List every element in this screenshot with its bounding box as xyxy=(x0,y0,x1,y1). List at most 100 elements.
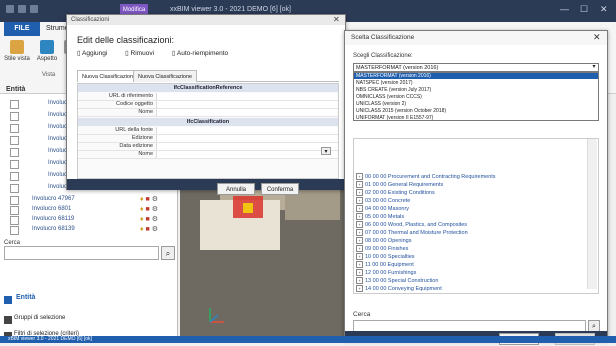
settings-icon[interactable]: ⚙ xyxy=(152,196,158,203)
tree-node[interactable]: +14 00 00 Conveying Equipment xyxy=(356,285,442,292)
dropdown-option[interactable]: NBS CREATE (version July 2017) xyxy=(354,87,598,93)
expand-icon[interactable]: + xyxy=(356,205,363,212)
redo-icon[interactable] xyxy=(30,5,38,13)
tree-node[interactable]: +05 00 00 Metals xyxy=(356,213,404,220)
chevron-down-icon[interactable]: ▾ xyxy=(589,63,599,72)
property-value[interactable] xyxy=(156,109,337,116)
tree-node[interactable]: +06 00 00 Wood, Plastics, and Composites xyxy=(356,221,467,228)
row-checkbox[interactable] xyxy=(10,160,19,169)
undo-icon[interactable] xyxy=(18,5,26,13)
expand-icon[interactable]: + xyxy=(356,173,363,180)
row-checkbox[interactable] xyxy=(10,100,19,109)
tree-row[interactable]: Involucro 68139 ♦ ■ ⚙ xyxy=(10,224,178,236)
tree-node[interactable]: +07 00 00 Thermal and Moisture Protectio… xyxy=(356,229,468,236)
tree-node[interactable]: +01 00 00 General Requirements xyxy=(356,181,443,188)
dropdown-option[interactable]: NATSPEC (version 2017) xyxy=(354,80,598,86)
dropdown-option[interactable]: UNIFORMAT (version II E1557-97) xyxy=(354,115,598,121)
row-checkbox[interactable] xyxy=(10,148,19,157)
expand-icon[interactable]: + xyxy=(356,237,363,244)
nav-gruppi-selezione[interactable]: Gruppi di selezione xyxy=(14,315,65,321)
expand-icon[interactable]: + xyxy=(356,261,363,268)
left-search-input[interactable] xyxy=(4,246,159,260)
close-window-button[interactable]: ✕ xyxy=(600,4,608,15)
tree-node[interactable]: +04 00 00 Masonry xyxy=(356,205,409,212)
tree-node[interactable]: +13 00 00 Special Construction xyxy=(356,277,438,284)
tab-nuova-classificazione-2[interactable]: Nuova Classificazione xyxy=(133,70,198,82)
settings-icon[interactable]: ⚙ xyxy=(152,226,158,233)
settings-icon[interactable]: ⚙ xyxy=(152,206,158,213)
expand-icon[interactable]: + xyxy=(356,269,363,276)
chevron-down-icon[interactable]: ▾ xyxy=(321,147,331,155)
expand-icon[interactable]: + xyxy=(356,277,363,284)
property-value[interactable] xyxy=(156,101,337,108)
tree-node[interactable]: +02 00 00 Existing Conditions xyxy=(356,189,435,196)
expand-icon[interactable]: + xyxy=(356,229,363,236)
tree-node[interactable]: +00 00 00 Procurement and Contracting Re… xyxy=(356,173,496,180)
light-bulb-icon[interactable]: ♦ xyxy=(140,196,144,203)
tree-node[interactable]: +08 00 00 Openings xyxy=(356,237,411,244)
tree-node[interactable]: +10 00 00 Specialties xyxy=(356,253,415,260)
expand-icon[interactable]: + xyxy=(356,197,363,204)
search-icon[interactable]: ⌕ xyxy=(161,246,175,260)
row-checkbox[interactable] xyxy=(10,184,19,193)
cancel-button[interactable]: Annulla xyxy=(217,183,255,195)
close-icon[interactable]: ✕ xyxy=(333,15,340,24)
stile-vista-button[interactable]: Stile vista xyxy=(4,40,30,62)
box-icon[interactable]: ■ xyxy=(146,206,150,213)
tree-node[interactable]: +11 00 00 Equipment xyxy=(356,261,414,268)
light-bulb-icon[interactable]: ♦ xyxy=(140,226,144,233)
minimize-button[interactable]: — xyxy=(560,4,569,14)
property-value[interactable] xyxy=(156,143,337,150)
dropdown-option[interactable]: MASTERFORMAT (version 2016) xyxy=(354,73,598,79)
box-icon[interactable]: ■ xyxy=(146,196,150,203)
box-icon[interactable]: ■ xyxy=(146,226,150,233)
property-row[interactable]: Data edizione xyxy=(78,143,338,151)
expand-icon[interactable]: + xyxy=(356,189,363,196)
property-row[interactable]: URL di riferimento xyxy=(78,93,338,101)
property-row[interactable]: Edizione xyxy=(78,135,338,143)
save-icon[interactable] xyxy=(6,5,14,13)
property-row[interactable]: Nome xyxy=(78,151,338,159)
expand-icon[interactable]: + xyxy=(356,221,363,228)
add-button[interactable]: ▯ Aggiungi xyxy=(77,50,115,57)
aspetto-button[interactable]: Aspetto xyxy=(34,40,60,62)
property-row[interactable]: URL della fonte xyxy=(78,127,338,135)
property-value[interactable] xyxy=(156,151,337,158)
row-checkbox[interactable] xyxy=(10,124,19,133)
autofill-button[interactable]: ▯ Auto-riempimento xyxy=(172,50,236,57)
dropdown-option[interactable]: OMNICLASS (version CCCS) xyxy=(354,94,598,100)
row-checkbox[interactable] xyxy=(10,226,19,235)
row-checkbox[interactable] xyxy=(10,172,19,181)
expand-icon[interactable]: + xyxy=(356,181,363,188)
property-grid: IfcClassificationReference URL di riferi… xyxy=(77,83,339,179)
tab-nuova-classificazione-1[interactable]: Nuova Classificazione xyxy=(77,70,142,82)
settings-icon[interactable]: ⚙ xyxy=(152,216,158,223)
close-icon[interactable]: ✕ xyxy=(593,32,601,43)
property-row[interactable]: Codice oggetto xyxy=(78,101,338,109)
row-checkbox[interactable] xyxy=(10,136,19,145)
file-tab[interactable]: FILE xyxy=(4,22,40,36)
confirm-button[interactable]: Conferma xyxy=(261,183,299,195)
light-bulb-icon[interactable]: ♦ xyxy=(140,216,144,223)
property-value[interactable] xyxy=(156,127,337,134)
tree-node[interactable]: +09 00 00 Finishes xyxy=(356,245,408,252)
expand-icon[interactable]: + xyxy=(356,213,363,220)
box-icon[interactable]: ■ xyxy=(146,216,150,223)
expand-icon[interactable]: + xyxy=(356,245,363,252)
maximize-button[interactable]: ☐ xyxy=(580,4,588,15)
tree-node[interactable]: +12 00 00 Furnishings xyxy=(356,269,416,276)
row-checkbox[interactable] xyxy=(10,112,19,121)
classification-select[interactable]: MASTERFORMAT (version 2016) xyxy=(353,63,599,72)
tree-scrollbar[interactable] xyxy=(587,139,597,289)
property-row[interactable]: Nome xyxy=(78,109,338,117)
tree-node[interactable]: +03 00 00 Concrete xyxy=(356,197,410,204)
light-bulb-icon[interactable]: ♦ xyxy=(140,206,144,213)
dropdown-option[interactable]: UNICLASS (version 2) xyxy=(354,101,598,107)
property-value[interactable] xyxy=(156,135,337,142)
nav-entita[interactable]: Entità xyxy=(16,294,35,301)
expand-icon[interactable]: + xyxy=(356,285,363,292)
remove-button[interactable]: ▯ Rimuovi xyxy=(125,50,162,57)
expand-icon[interactable]: + xyxy=(356,253,363,260)
property-value[interactable] xyxy=(156,93,337,100)
dropdown-option[interactable]: UNICLASS 2015 (version October 2018) xyxy=(354,108,598,114)
